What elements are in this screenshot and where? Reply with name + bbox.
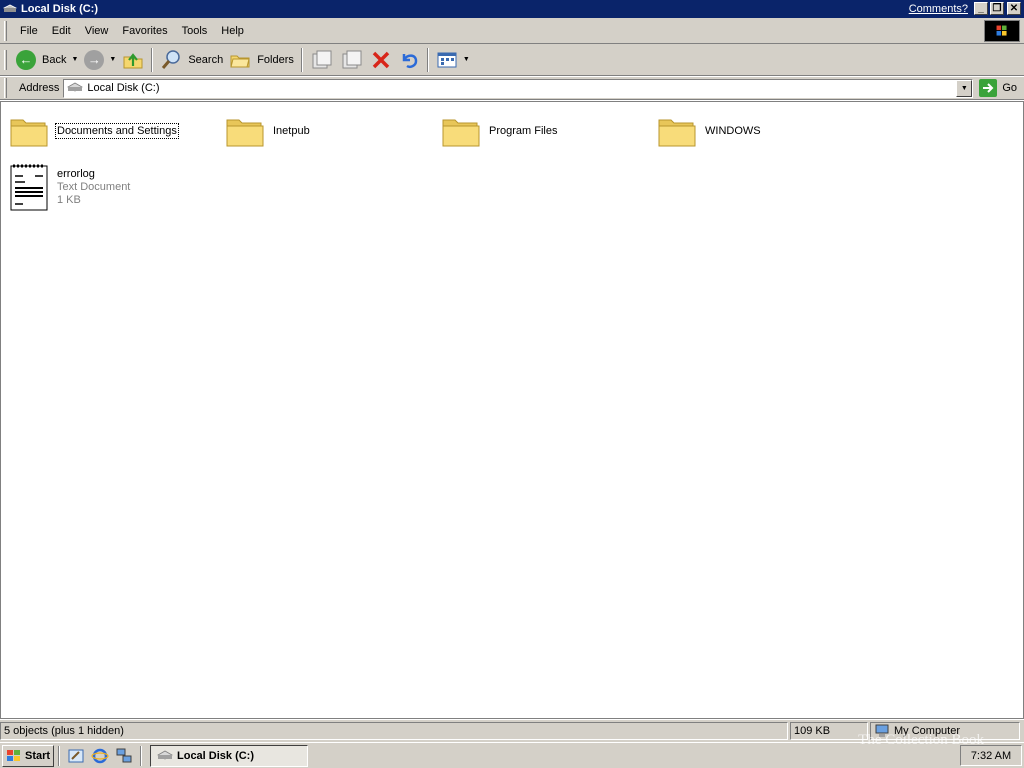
item-name: WINDOWS — [705, 125, 761, 137]
folder-icon — [10, 119, 48, 147]
menu-edit[interactable]: Edit — [45, 25, 78, 37]
menu-tools[interactable]: Tools — [175, 25, 215, 37]
folder-documents-and-settings[interactable]: Documents and Settings — [9, 112, 179, 150]
folders-button[interactable]: Folders — [226, 47, 297, 73]
restore-button[interactable]: ❐ — [990, 2, 1004, 15]
go-arrow-icon — [979, 79, 998, 97]
toolbar-separator — [151, 47, 154, 72]
status-objects: 5 objects (plus 1 hidden) — [0, 722, 788, 740]
back-button[interactable]: ← Back ▼ — [13, 47, 81, 73]
status-size: 109 KB — [790, 722, 868, 740]
start-button[interactable]: Start — [2, 744, 54, 767]
search-button[interactable]: Search — [157, 47, 226, 73]
undo-button[interactable] — [395, 47, 423, 73]
windows-logo — [984, 20, 1020, 42]
views-dropdown-icon[interactable]: ▼ — [463, 56, 470, 63]
file-errorlog[interactable]: errorlog Text Document 1 KB — [9, 162, 130, 212]
taskbar-window-button[interactable]: Local Disk (C:) — [150, 744, 308, 767]
delete-x-icon — [372, 51, 390, 68]
go-button[interactable]: Go — [979, 79, 1017, 97]
address-label: Address — [19, 82, 60, 94]
folders-label: Folders — [257, 53, 294, 66]
back-arrow-icon: ← — [16, 49, 36, 70]
copy-to-icon — [342, 50, 362, 68]
delete-button[interactable] — [367, 47, 395, 73]
start-label: Start — [25, 749, 51, 762]
item-name: Program Files — [489, 125, 558, 137]
text-document-icon — [10, 164, 48, 211]
drive-icon — [67, 82, 84, 92]
back-label: Back — [42, 53, 67, 66]
back-dropdown-icon[interactable]: ▼ — [71, 56, 78, 63]
up-folder-button[interactable] — [119, 47, 147, 73]
move-to-button[interactable] — [307, 47, 337, 73]
folder-inetpub[interactable]: Inetpub — [225, 112, 310, 150]
go-label: Go — [1002, 82, 1018, 94]
taskbar-window-label: Local Disk (C:) — [177, 749, 255, 762]
folder-icon — [442, 119, 480, 147]
item-name: Documents and Settings — [55, 123, 179, 139]
toolbar-separator — [300, 47, 303, 72]
item-size: 1 KB — [57, 194, 81, 206]
comments-link[interactable]: Comments? — [909, 3, 968, 15]
menu-view[interactable]: View — [78, 25, 116, 37]
address-dropdown-icon[interactable]: ▼ — [956, 79, 973, 97]
drive-icon — [157, 750, 173, 759]
clock: 7:32 AM — [970, 749, 1012, 762]
title-bar: Local Disk (C:) Comments? _ ❐ ✕ — [0, 0, 1024, 18]
copy-to-button[interactable] — [337, 47, 367, 73]
search-label: Search — [188, 53, 224, 66]
folder-icon — [226, 119, 264, 147]
item-type: Text Document — [57, 181, 131, 193]
standard-toolbar: ← Back ▼ → ▼ Search Folders ▼ — [0, 44, 1024, 76]
undo-icon — [402, 53, 418, 68]
forward-dropdown-icon[interactable]: ▼ — [109, 56, 116, 63]
views-icon — [437, 52, 457, 67]
folder-windows[interactable]: WINDOWS — [657, 112, 761, 150]
address-value: Local Disk (C:) — [87, 82, 160, 94]
menu-grip[interactable] — [4, 20, 7, 41]
folder-view[interactable]: Documents and Settings Inetpub Program F… — [0, 101, 1024, 719]
folder-icon — [658, 119, 696, 147]
address-grip[interactable] — [4, 78, 7, 98]
toolbar-grip[interactable] — [4, 49, 7, 70]
drive-icon — [3, 4, 17, 12]
show-desktop-icon[interactable] — [67, 747, 85, 765]
menu-file[interactable]: File — [13, 25, 45, 37]
close-button[interactable]: ✕ — [1007, 2, 1021, 15]
folders-icon — [230, 55, 250, 67]
address-bar: Address Local Disk (C:) ▼ Go — [0, 77, 1024, 100]
network-icon[interactable] — [115, 747, 133, 765]
watermark: The Collection Book — [858, 732, 984, 748]
up-folder-icon — [123, 52, 143, 68]
views-button[interactable]: ▼ — [433, 47, 473, 73]
internet-explorer-icon[interactable] — [91, 747, 109, 765]
move-to-icon — [312, 50, 332, 68]
taskbar-separator — [58, 745, 60, 766]
toolbar-separator — [426, 47, 429, 72]
menu-bar: File Edit View Favorites Tools Help — [0, 18, 1024, 44]
forward-arrow-icon: → — [84, 49, 105, 70]
menu-favorites[interactable]: Favorites — [115, 25, 174, 37]
taskbar-separator — [140, 745, 142, 766]
windows-flag-icon — [7, 749, 20, 761]
forward-button[interactable]: → ▼ — [81, 47, 119, 73]
item-name: Inetpub — [273, 125, 310, 137]
minimize-button[interactable]: _ — [974, 2, 988, 15]
folder-program-files[interactable]: Program Files — [441, 112, 557, 150]
menu-help[interactable]: Help — [214, 25, 251, 37]
address-input[interactable]: Local Disk (C:) ▼ — [63, 78, 974, 98]
search-icon — [162, 49, 181, 69]
window-title: Local Disk (C:) — [21, 3, 99, 15]
item-name: errorlog — [57, 168, 95, 180]
